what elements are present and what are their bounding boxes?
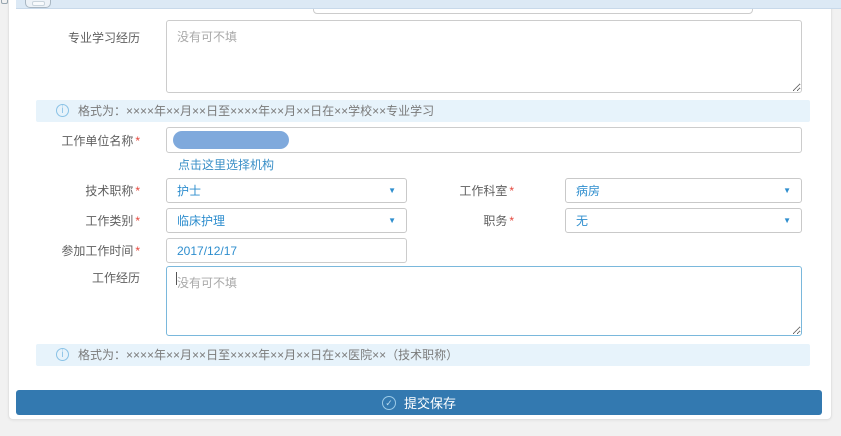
- work-unit-label: 工作单位名称*: [20, 134, 140, 148]
- cutoff-tab[interactable]: [25, 0, 51, 8]
- check-circle-icon: ✓: [382, 396, 396, 410]
- study-experience-label-text: 专业学习经历: [68, 31, 140, 45]
- required-asterisk: *: [135, 244, 140, 258]
- chevron-down-icon: ▼: [783, 217, 791, 225]
- position-value: 无: [576, 212, 783, 229]
- redacted-value-blob: [173, 131, 289, 149]
- work-start-label: 参加工作时间*: [20, 244, 140, 258]
- info-icon: i: [56, 104, 69, 117]
- study-experience-textarea[interactable]: [166, 20, 802, 93]
- position-label: 职务*: [394, 214, 514, 228]
- work-category-select[interactable]: 临床护理 ▼: [166, 208, 407, 233]
- required-asterisk: *: [509, 214, 514, 228]
- work-dept-label: 工作科室*: [394, 184, 514, 198]
- study-format-hint: i 格式为：××××年××月××日至××××年××月××日在××学校××专业学习: [36, 100, 810, 122]
- submit-save-button[interactable]: ✓ 提交保存: [16, 390, 822, 415]
- work-category-label-text: 工作类别: [85, 214, 133, 228]
- required-asterisk: *: [135, 214, 140, 228]
- tech-title-label: 技术职称*: [20, 184, 140, 198]
- study-experience-label: 专业学习经历: [20, 31, 140, 45]
- work-experience-label-text: 工作经历: [92, 271, 140, 285]
- top-strip: [16, 0, 841, 9]
- chevron-down-icon: ▼: [783, 187, 791, 195]
- info-icon: i: [56, 348, 69, 361]
- work-dept-select[interactable]: 病房 ▼: [565, 178, 802, 203]
- cutoff-corner-icon: [1, 0, 8, 4]
- work-category-label: 工作类别*: [20, 214, 140, 228]
- work-format-hint: i 格式为：××××年××月××日至××××年××月××日在××医院××（技术职…: [36, 344, 810, 366]
- tech-title-select[interactable]: 护士 ▼: [166, 178, 407, 203]
- study-format-hint-text: 格式为：××××年××月××日至××××年××月××日在××学校××专业学习: [78, 104, 434, 118]
- work-dept-label-text: 工作科室: [459, 184, 507, 198]
- required-asterisk: *: [509, 184, 514, 198]
- tech-title-label-text: 技术职称: [85, 184, 133, 198]
- work-experience-textarea[interactable]: [166, 266, 802, 336]
- position-label-text: 职务: [483, 214, 507, 228]
- text-caret: [176, 272, 177, 285]
- work-category-value: 临床护理: [177, 212, 388, 229]
- choose-institution-link[interactable]: 点击这里选择机构: [178, 156, 274, 173]
- tech-title-value: 护士: [177, 182, 388, 199]
- cutoff-tab-pill: [32, 1, 45, 6]
- required-asterisk: *: [135, 184, 140, 198]
- work-unit-label-text: 工作单位名称: [61, 134, 133, 148]
- work-start-label-text: 参加工作时间: [61, 244, 133, 258]
- work-experience-label: 工作经历: [20, 271, 140, 285]
- work-start-date-input[interactable]: [166, 238, 407, 263]
- required-asterisk: *: [135, 134, 140, 148]
- position-select[interactable]: 无 ▼: [565, 208, 802, 233]
- work-dept-value: 病房: [576, 182, 783, 199]
- submit-save-label: 提交保存: [404, 393, 456, 412]
- work-format-hint-text: 格式为：××××年××月××日至××××年××月××日在××医院××（技术职称）: [78, 348, 458, 362]
